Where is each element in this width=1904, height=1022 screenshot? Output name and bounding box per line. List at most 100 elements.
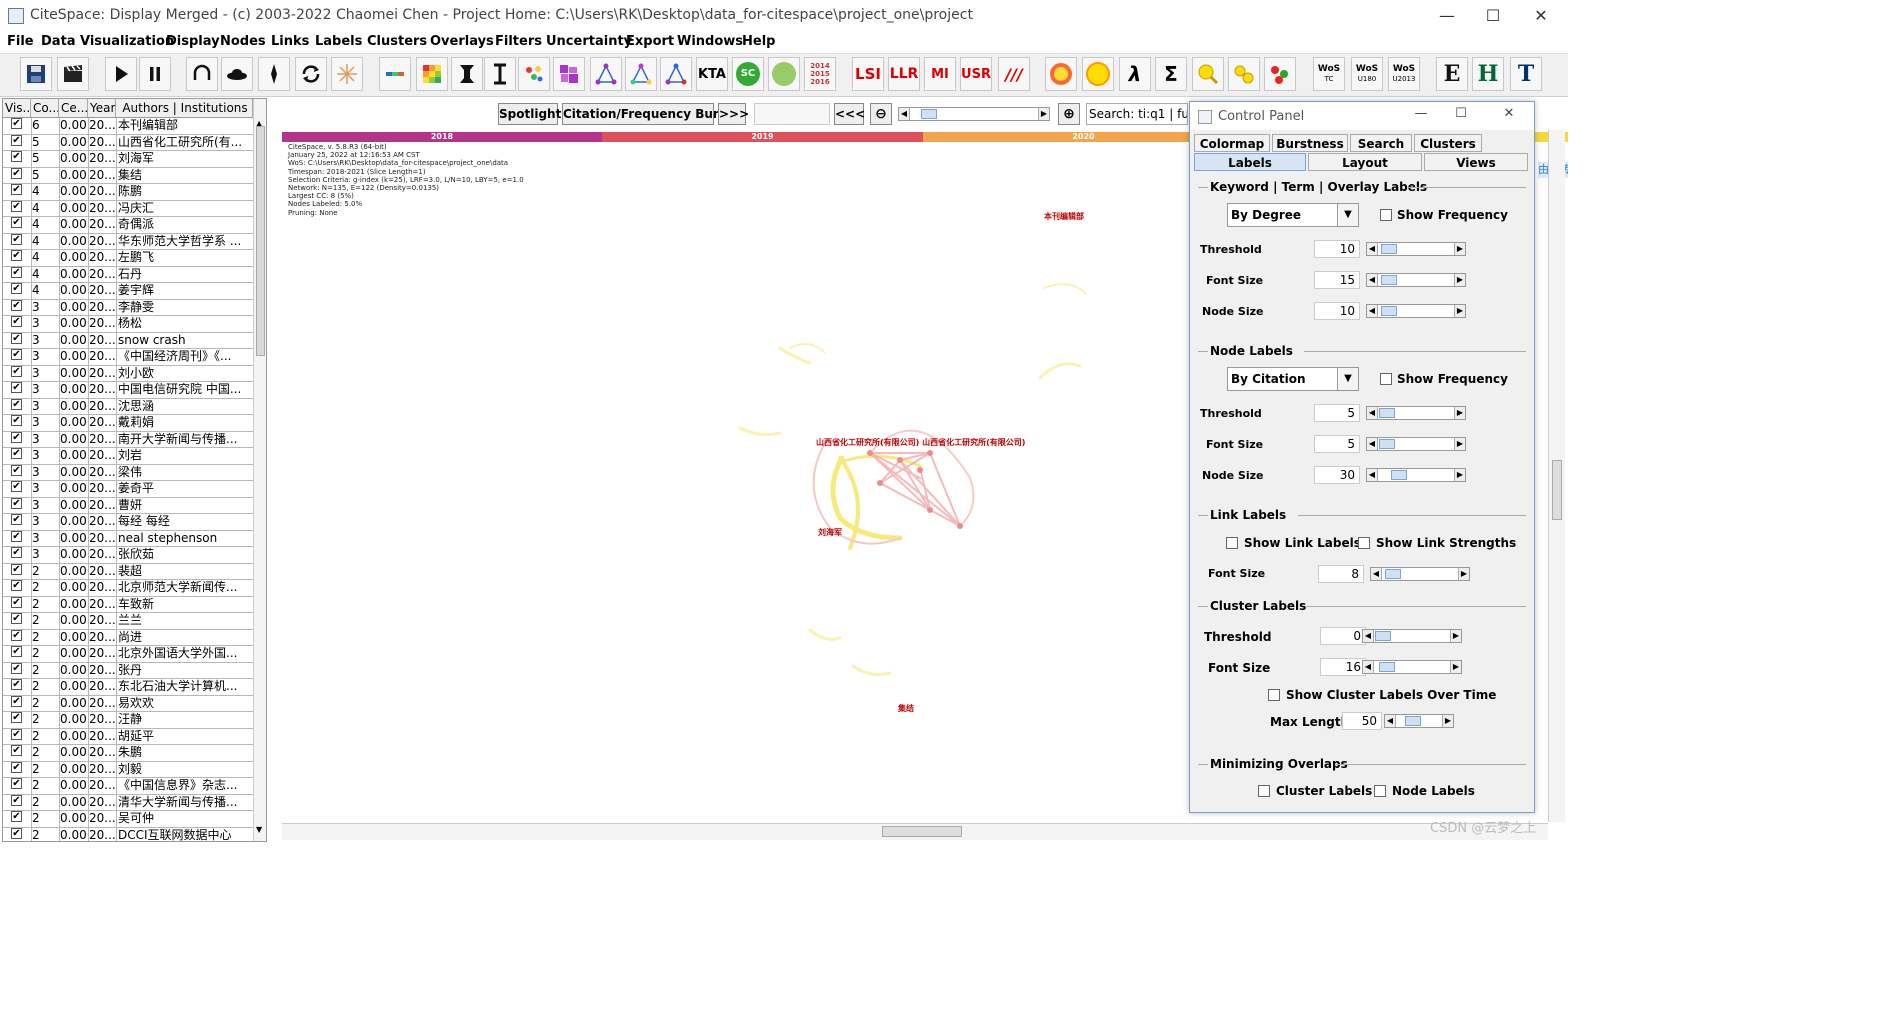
- nl-font-size-field[interactable]: 5: [1314, 435, 1360, 453]
- slider-right-arrow[interactable]: ▶: [1454, 407, 1465, 419]
- visible-checkbox[interactable]: ✔: [11, 514, 22, 525]
- menu-overlays[interactable]: Overlays: [430, 34, 494, 49]
- tab-search[interactable]: Search: [1350, 134, 1412, 152]
- ring-icon[interactable]: [1045, 57, 1077, 91]
- prev-button[interactable]: <<<: [834, 103, 865, 125]
- visible-checkbox[interactable]: ✔: [11, 167, 22, 179]
- col-count[interactable]: Co...: [31, 99, 59, 117]
- sc-button[interactable]: SC: [732, 57, 764, 91]
- table-row[interactable]: ✔ 3 0.00 20... 戴莉娟: [3, 415, 253, 432]
- menu-data[interactable]: Data: [41, 34, 76, 49]
- slider-left-arrow[interactable]: ◀: [1371, 568, 1382, 580]
- visible-checkbox[interactable]: ✔: [11, 398, 22, 410]
- slider-right-arrow[interactable]: ▶: [1458, 568, 1469, 580]
- slider-right-arrow[interactable]: ▶: [1454, 469, 1465, 481]
- visible-checkbox[interactable]: ✔: [11, 745, 22, 756]
- zoom-in-icon[interactable]: ⊕: [1058, 103, 1080, 125]
- visible-checkbox[interactable]: ✔: [11, 811, 22, 822]
- visible-checkbox[interactable]: ✔: [11, 827, 22, 839]
- table-row[interactable]: ✔ 2 0.00 20... 《中国信息界》杂志...: [3, 778, 253, 795]
- slider-thumb[interactable]: [1375, 631, 1391, 641]
- network-node[interactable]: [877, 480, 883, 486]
- slider-right-arrow[interactable]: ▶: [1454, 274, 1465, 286]
- visible-checkbox[interactable]: ✔: [11, 596, 22, 608]
- table-row[interactable]: ✔ 3 0.00 20... 姜奇平: [3, 481, 253, 498]
- kw-node-size-field[interactable]: 10: [1314, 302, 1360, 320]
- slider-right-arrow[interactable]: ▶: [1442, 715, 1453, 727]
- visible-checkbox[interactable]: ✔: [11, 497, 22, 509]
- table-row[interactable]: ✔ 2 0.00 20... DCCI互联网数据中心: [3, 827, 253, 841]
- slider-right-arrow[interactable]: ▶: [1454, 243, 1465, 255]
- lsi-button[interactable]: LSI: [852, 57, 884, 91]
- cp-maximize-button[interactable]: ☐: [1446, 106, 1476, 121]
- slider-right-arrow[interactable]: ▶: [1454, 438, 1465, 450]
- h-button[interactable]: H: [1472, 57, 1504, 91]
- visible-checkbox[interactable]: ✔: [11, 266, 22, 278]
- visible-checkbox[interactable]: ✔: [11, 580, 22, 591]
- visible-checkbox[interactable]: ✔: [11, 415, 22, 426]
- visible-checkbox[interactable]: ✔: [11, 382, 22, 393]
- cp-minimize-button[interactable]: —: [1406, 106, 1436, 121]
- table-row[interactable]: ✔ 3 0.00 20... 南开大学新闻与传播...: [3, 431, 253, 448]
- yellow-circle-icon[interactable]: [1082, 57, 1114, 91]
- visible-checkbox[interactable]: ✔: [11, 233, 22, 245]
- close-button[interactable]: ✕: [1518, 4, 1564, 28]
- nl-threshold-slider[interactable]: ◀ ▶: [1366, 406, 1466, 420]
- network-node[interactable]: [867, 450, 873, 456]
- table-row[interactable]: ✔ 3 0.00 20... 杨松: [3, 316, 253, 333]
- show-cluster-over-time-checkbox[interactable]: [1268, 689, 1280, 701]
- visible-checkbox[interactable]: ✔: [11, 283, 22, 294]
- visible-checkbox[interactable]: ✔: [11, 431, 22, 443]
- table-row[interactable]: ✔ 4 0.00 20... 冯庆汇: [3, 200, 253, 217]
- cycle-icon[interactable]: [295, 57, 327, 91]
- show-link-labels-checkbox[interactable]: [1226, 537, 1238, 549]
- menu-display[interactable]: Display: [166, 34, 220, 49]
- nl-show-frequency-checkbox[interactable]: [1380, 373, 1392, 385]
- table-row[interactable]: ✔ 2 0.00 20... 尚进: [3, 629, 253, 646]
- play-icon[interactable]: [105, 57, 137, 91]
- network-node[interactable]: [927, 507, 933, 513]
- nl-threshold-field[interactable]: 5: [1314, 404, 1360, 422]
- slider-right-arrow[interactable]: ▶: [1450, 661, 1461, 673]
- table-row[interactable]: ✔ 2 0.00 20... 朱鹏: [3, 745, 253, 762]
- table-row[interactable]: ✔ 2 0.00 20... 兰兰: [3, 613, 253, 630]
- burst-button[interactable]: Citation/Frequency Burst: [562, 103, 732, 125]
- table-row[interactable]: ✔ 3 0.00 20... 《中国经济周刊》《...: [3, 349, 253, 366]
- slider-thumb[interactable]: [1379, 439, 1395, 449]
- cr-circle-icon[interactable]: [768, 57, 800, 91]
- slice-field[interactable]: [754, 103, 830, 125]
- gradient-bar-icon[interactable]: [379, 57, 411, 91]
- visible-checkbox[interactable]: ✔: [11, 679, 22, 690]
- e-button[interactable]: E: [1436, 57, 1468, 91]
- tab-views[interactable]: Views: [1424, 153, 1528, 171]
- next-button[interactable]: >>>: [718, 103, 749, 125]
- table-row[interactable]: ✔ 3 0.00 20... 李静雯: [3, 299, 253, 316]
- spark-icon[interactable]: [331, 57, 363, 91]
- table-row[interactable]: ✔ 4 0.00 20... 姜宇辉: [3, 283, 253, 300]
- kw-font-size-slider[interactable]: ◀ ▶: [1366, 273, 1466, 287]
- cl-threshold-slider[interactable]: ◀ ▶: [1362, 629, 1462, 643]
- ufo-icon[interactable]: [221, 57, 253, 91]
- table-row[interactable]: ✔ 2 0.00 20... 刘毅: [3, 761, 253, 778]
- sigma-button[interactable]: Σ: [1155, 57, 1187, 91]
- table-row[interactable]: ✔ 5 0.00 20... 刘海军: [3, 151, 253, 168]
- pause-icon[interactable]: [139, 57, 171, 91]
- spotlight-button[interactable]: Spotlight: [498, 103, 561, 125]
- visible-checkbox[interactable]: ✔: [11, 547, 22, 558]
- table-row[interactable]: ✔ 3 0.00 20... 张欣茹: [3, 547, 253, 564]
- slider-thumb[interactable]: [1405, 716, 1421, 726]
- menu-file[interactable]: File: [7, 34, 34, 49]
- table-row[interactable]: ✔ 4 0.00 20... 左鹏飞: [3, 250, 253, 267]
- slider-left-arrow[interactable]: ◀: [1367, 469, 1378, 481]
- cp-close-button[interactable]: ✕: [1494, 106, 1524, 121]
- table-row[interactable]: ✔ 2 0.00 20... 胡延平: [3, 728, 253, 745]
- search-input[interactable]: Search: ti:q1 | fu:*: [1086, 103, 1188, 125]
- table-row[interactable]: ✔ 4 0.00 20... 华东师范大学哲学系 ...: [3, 233, 253, 250]
- kw-font-size-field[interactable]: 15: [1314, 271, 1360, 289]
- visible-checkbox[interactable]: ✔: [11, 332, 22, 344]
- zoom-out-icon[interactable]: ⊖: [870, 103, 892, 125]
- usr-button[interactable]: USR: [960, 57, 992, 91]
- table-row[interactable]: ✔ 3 0.00 20... 曹妍: [3, 497, 253, 514]
- node-label-liuhaijun[interactable]: 刘海军: [818, 527, 842, 538]
- max-length-slider[interactable]: ◀ ▶: [1384, 714, 1454, 728]
